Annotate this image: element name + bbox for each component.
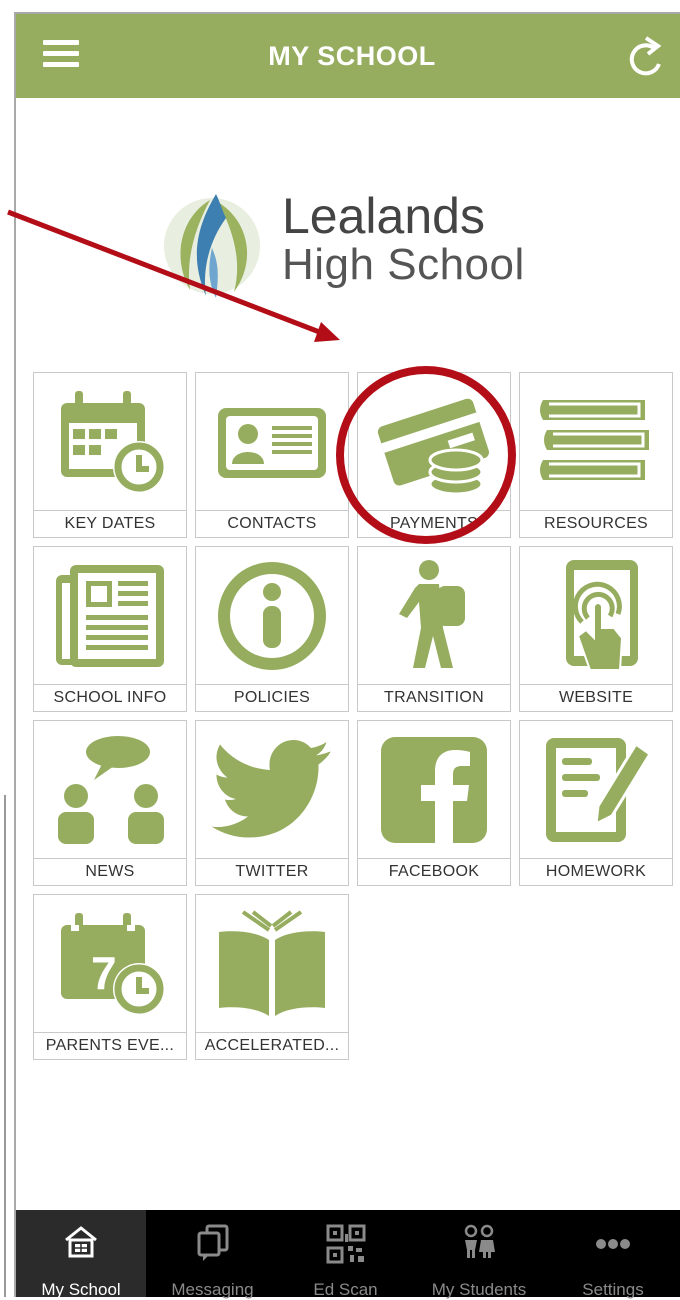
tab-label: Ed Scan bbox=[313, 1280, 378, 1299]
students-icon bbox=[464, 1224, 495, 1258]
tab-my-school[interactable]: My School bbox=[16, 1210, 146, 1299]
tab-label: Messaging bbox=[171, 1280, 254, 1299]
tile-label: POLICIES bbox=[196, 684, 348, 711]
open-book-icon bbox=[219, 910, 325, 1016]
tile-transition[interactable]: TRANSITION bbox=[357, 546, 511, 712]
contact-card-icon bbox=[218, 408, 326, 478]
tile-label: KEY DATES bbox=[34, 510, 186, 537]
tile-parents-evening[interactable]: 7 PARENTS EVE... bbox=[33, 894, 187, 1060]
tile-label: PARENTS EVE... bbox=[34, 1032, 186, 1059]
tile-label: HOMEWORK bbox=[520, 858, 672, 885]
facebook-icon bbox=[381, 737, 487, 843]
tile-label: CONTACTS bbox=[196, 510, 348, 537]
tab-my-students[interactable]: My Students bbox=[412, 1210, 546, 1299]
tab-label: My Students bbox=[431, 1280, 527, 1299]
twitter-bird-icon bbox=[212, 740, 331, 838]
document-pencil-icon bbox=[546, 738, 653, 842]
info-icon bbox=[218, 562, 326, 670]
tab-label: My School bbox=[41, 1280, 121, 1299]
tab-ed-scan[interactable]: Ed Scan bbox=[279, 1210, 412, 1299]
tile-label: RESOURCES bbox=[520, 510, 672, 537]
school-house-icon bbox=[65, 1226, 97, 1258]
tile-news[interactable]: NEWS bbox=[33, 720, 187, 886]
tile-accelerated[interactable]: ACCELERATED... bbox=[195, 894, 349, 1060]
walking-student-icon bbox=[399, 560, 465, 668]
tile-label: WEBSITE bbox=[520, 684, 672, 711]
tab-label: Settings bbox=[582, 1280, 644, 1299]
tile-label: FACEBOOK bbox=[358, 858, 510, 885]
tile-label: NEWS bbox=[34, 858, 186, 885]
tile-label: ACCELERATED... bbox=[196, 1032, 348, 1059]
background-window-edge bbox=[0, 795, 6, 1297]
messaging-icon bbox=[197, 1224, 228, 1261]
people-chat-icon bbox=[58, 736, 164, 844]
tile-label: TRANSITION bbox=[358, 684, 510, 711]
books-stack-icon bbox=[540, 400, 649, 480]
tile-website[interactable]: WEBSITE bbox=[519, 546, 673, 712]
more-dots-icon bbox=[596, 1239, 630, 1249]
calendar-seven-icon: 7 bbox=[61, 913, 165, 1015]
qr-code-icon bbox=[326, 1224, 365, 1264]
calendar-clock-icon bbox=[61, 391, 165, 493]
tile-homework[interactable]: HOMEWORK bbox=[519, 720, 673, 886]
tile-label: TWITTER bbox=[196, 858, 348, 885]
tile-twitter[interactable]: TWITTER bbox=[195, 720, 349, 886]
svg-text:7: 7 bbox=[91, 947, 117, 999]
tile-label: SCHOOL INFO bbox=[34, 684, 186, 711]
tile-facebook[interactable]: FACEBOOK bbox=[357, 720, 511, 886]
annotation-arrow bbox=[7, 209, 340, 342]
tablet-touch-icon bbox=[566, 560, 638, 671]
tab-settings[interactable]: Settings bbox=[546, 1210, 680, 1299]
tile-school-info[interactable]: SCHOOL INFO bbox=[33, 546, 187, 712]
tile-policies[interactable]: POLICIES bbox=[195, 546, 349, 712]
tab-messaging[interactable]: Messaging bbox=[146, 1210, 279, 1299]
newspaper-icon bbox=[56, 565, 164, 667]
bottom-tab-bar: My School Messaging Ed Scan My Students … bbox=[16, 1210, 680, 1299]
